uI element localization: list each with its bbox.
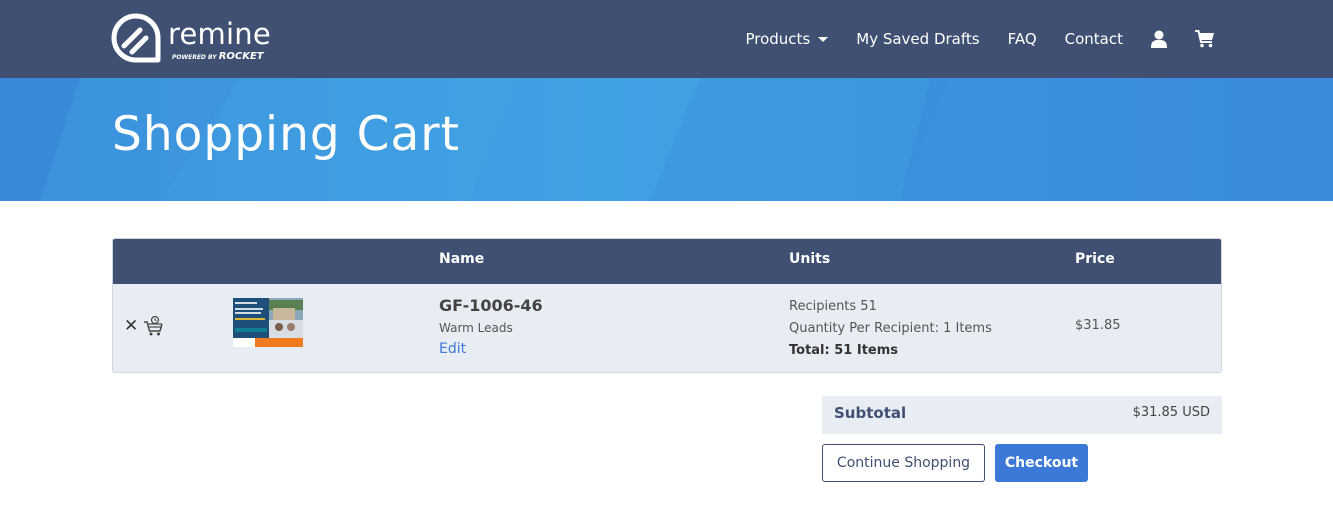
nav-saved-drafts[interactable]: My Saved Drafts — [856, 30, 979, 48]
product-thumbnail — [233, 298, 303, 347]
nav-contact[interactable]: Contact — [1065, 30, 1123, 48]
powered-by-label: POWERED BY — [172, 54, 217, 61]
continue-shopping-button[interactable]: Continue Shopping — [822, 444, 985, 482]
page-header-banner: Shopping Cart — [0, 78, 1333, 201]
subtotal-label: Subtotal — [834, 404, 907, 422]
subtotal-value: $31.85 USD — [1132, 405, 1210, 420]
nav-products-label: Products — [745, 30, 811, 48]
units-quantity: Quantity Per Recipient: 1 Items — [789, 321, 992, 336]
nav-products-dropdown[interactable]: Products — [745, 30, 829, 48]
brand-powered-by: POWERED BY ROCKET — [172, 52, 264, 62]
cart-table: Name Units Price ✕ GF-1006-46 Warm Leads… — [112, 238, 1222, 373]
page-title: Shopping Cart — [112, 107, 461, 162]
cart-time-icon[interactable] — [143, 316, 165, 336]
column-header-name: Name — [439, 251, 485, 267]
nav-links: Products My Saved Drafts FAQ Contact — [745, 0, 1215, 78]
nav-faq[interactable]: FAQ — [1008, 30, 1037, 48]
cart-icon[interactable] — [1195, 30, 1215, 48]
brand-name: remine — [168, 17, 271, 51]
units-recipients: Recipients 51 — [789, 299, 877, 314]
top-navbar: remine POWERED BY ROCKET Products My Sav… — [0, 0, 1333, 78]
column-header-units: Units — [789, 251, 831, 267]
user-icon[interactable] — [1151, 30, 1167, 48]
units-total: Total: 51 Items — [789, 343, 899, 358]
item-units: Recipients 51 Quantity Per Recipient: 1 … — [789, 296, 992, 362]
table-header: Name Units Price — [113, 239, 1221, 284]
brand-logo[interactable]: remine POWERED BY ROCKET — [110, 12, 271, 68]
remove-item-icon[interactable]: ✕ — [124, 318, 138, 335]
remine-logo-mark-icon — [111, 13, 161, 63]
item-subtitle: Warm Leads — [439, 321, 513, 335]
checkout-button[interactable]: Checkout — [995, 444, 1088, 482]
partner-name: ROCKET — [218, 51, 264, 62]
subtotal-summary: Subtotal $31.85 USD — [822, 396, 1222, 434]
item-price: $31.85 — [1075, 318, 1121, 333]
edit-item-link[interactable]: Edit — [439, 341, 466, 357]
caret-down-icon — [818, 36, 829, 42]
table-row: ✕ GF-1006-46 Warm Leads Edit Recipients … — [113, 284, 1221, 372]
item-name: GF-1006-46 — [439, 296, 543, 315]
column-header-price: Price — [1075, 251, 1115, 267]
